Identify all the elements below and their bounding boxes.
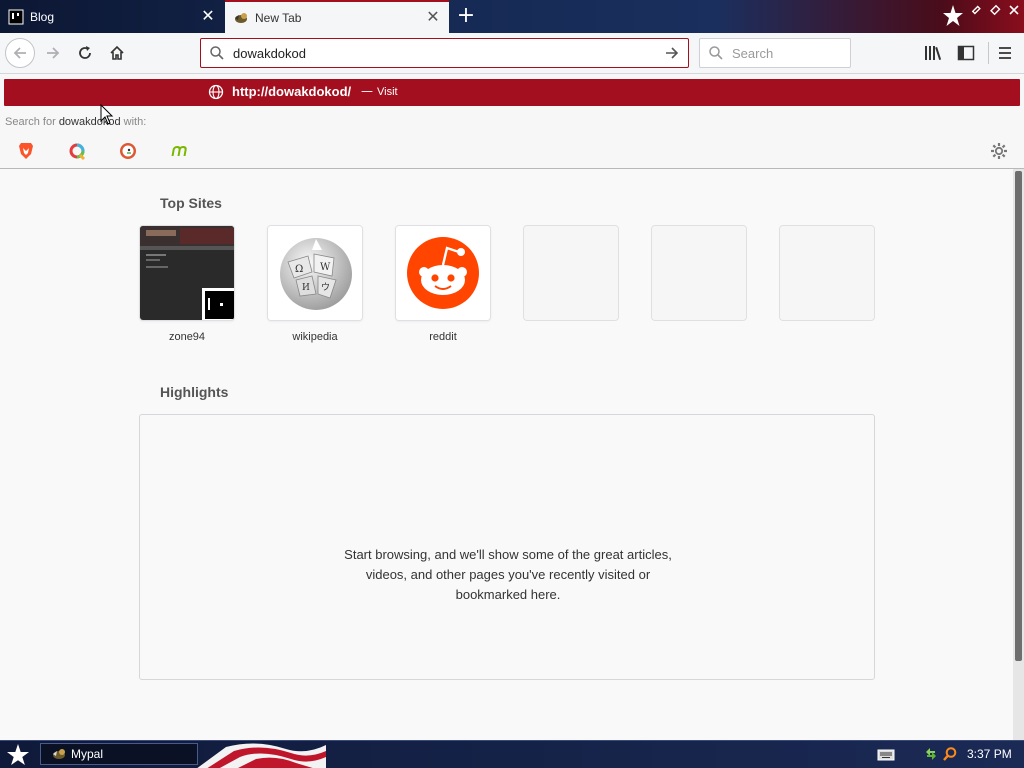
navigation-toolbar: Search	[0, 33, 1024, 74]
globe-icon	[208, 84, 224, 100]
top-site-empty[interactable]	[779, 225, 875, 321]
reddit-alien-icon	[396, 226, 490, 320]
search-for-prefix: Search for	[5, 116, 56, 128]
new-tab-page: Top Sites zone94 Ω W И ウ wikipedia reddi…	[0, 169, 1013, 740]
forward-button[interactable]	[38, 38, 68, 68]
search-with-label: Search for dowakdokod with:	[5, 116, 146, 128]
close-tab-icon[interactable]: ✕	[425, 9, 441, 26]
mypal-favicon-icon	[233, 10, 249, 26]
sidebar-icon	[957, 45, 975, 61]
visit-url-host: http://dowakdokod/	[232, 84, 352, 99]
minimize-window-icon[interactable]	[970, 4, 984, 18]
url-input[interactable]	[233, 40, 662, 66]
search-engine-brave[interactable]	[15, 140, 37, 162]
top-site-empty[interactable]	[651, 225, 747, 321]
brave-icon	[19, 143, 33, 159]
reload-button[interactable]	[70, 38, 100, 68]
search-engine-mojeek[interactable]	[168, 140, 190, 162]
blog-favicon-icon	[8, 9, 24, 25]
star-start-icon	[7, 744, 29, 765]
url-autocomplete-popup: http://dowakdokod/ — Visit Search for do…	[0, 74, 1024, 169]
reload-icon	[79, 46, 91, 59]
taskbar: Mypal 3:37 PM	[0, 740, 1024, 768]
search-engine-qwant[interactable]	[66, 140, 88, 162]
visit-action-label: Visit	[377, 86, 398, 98]
search-with-suffix: with:	[123, 116, 147, 128]
mojeek-icon	[171, 145, 187, 156]
tab-strip: Blog ✕ New Tab ✕ +	[0, 0, 1024, 33]
hamburger-menu-icon	[999, 47, 1011, 59]
library-button[interactable]	[922, 43, 944, 63]
taskbar-clock: 3:37 PM	[967, 747, 1012, 761]
start-button[interactable]	[6, 743, 30, 767]
zone94-thumbnail	[140, 226, 234, 320]
qwant-icon	[69, 143, 86, 160]
svg-text:Ω: Ω	[295, 264, 303, 275]
top-site-empty[interactable]	[523, 225, 619, 321]
top-site-wikipedia[interactable]: Ω W И ウ	[267, 225, 363, 321]
go-arrow-icon	[666, 47, 679, 59]
network-tray-icon[interactable]	[923, 746, 939, 762]
top-site-label: reddit	[429, 331, 457, 343]
highlights-empty-message: Start browsing, and we'll show some of t…	[344, 547, 672, 602]
mypal-app-icon	[53, 749, 65, 759]
svg-text:ウ: ウ	[321, 282, 330, 293]
maximize-window-icon[interactable]	[989, 4, 1003, 18]
search-icon	[709, 46, 723, 60]
visit-separator: —	[361, 84, 373, 98]
top-site-reddit[interactable]	[395, 225, 491, 321]
tab-blog[interactable]: Blog ✕	[0, 0, 224, 33]
svg-text:И: И	[302, 283, 310, 293]
wikipedia-globe-icon: Ω W И ウ	[268, 226, 362, 320]
highlights-heading: Highlights	[160, 384, 229, 400]
tab-new-tab[interactable]: New Tab ✕	[225, 0, 449, 33]
top-site-label: zone94	[168, 331, 206, 343]
close-tab-icon[interactable]: ✕	[200, 8, 216, 25]
tab-label: Blog	[30, 9, 55, 24]
search-input[interactable]: Search	[732, 46, 850, 61]
taskbar-item-mypal[interactable]: Mypal	[40, 743, 198, 765]
visit-url: http://dowakdokod/	[232, 84, 351, 99]
scrollbar-thumb[interactable]	[1015, 171, 1022, 661]
search-term: dowakdokod	[58, 116, 121, 128]
top-site-zone94[interactable]	[139, 225, 235, 321]
close-window-icon[interactable]	[1007, 4, 1021, 18]
library-icon	[925, 46, 942, 60]
home-button[interactable]	[102, 38, 132, 68]
back-arrow-icon	[13, 47, 26, 59]
page-scrollbar[interactable]	[1013, 169, 1024, 740]
search-bar[interactable]: Search	[699, 38, 851, 68]
visit-suggestion-row[interactable]: http://dowakdokod/ — Visit	[4, 79, 1020, 106]
forward-arrow-icon	[47, 47, 60, 59]
search-engine-duckduckgo[interactable]	[117, 140, 139, 162]
search-icon	[210, 46, 224, 60]
sidebar-button[interactable]	[956, 43, 976, 63]
home-icon	[110, 45, 124, 60]
gear-icon	[991, 143, 1007, 159]
flag-decoration	[197, 743, 326, 768]
tab-label: New Tab	[255, 10, 302, 25]
star-emblem-icon	[942, 4, 964, 28]
menu-button[interactable]	[995, 43, 1015, 63]
search-settings-button[interactable]	[988, 140, 1010, 162]
search-tray-icon[interactable]	[942, 746, 958, 762]
back-button[interactable]	[5, 38, 35, 68]
duckduckgo-icon	[120, 143, 136, 159]
toolbar-divider	[988, 42, 989, 64]
url-bar[interactable]	[200, 38, 689, 68]
top-sites-heading: Top Sites	[160, 195, 222, 211]
new-tab-button[interactable]: +	[455, 5, 477, 28]
top-site-label: wikipedia	[292, 331, 338, 343]
svg-text:W: W	[320, 262, 331, 273]
keyboard-tray-icon[interactable]	[877, 748, 895, 762]
taskbar-item-label: Mypal	[71, 747, 104, 761]
highlights-empty-state: Start browsing, and we'll show some of t…	[139, 414, 875, 680]
go-button[interactable]	[662, 43, 682, 63]
